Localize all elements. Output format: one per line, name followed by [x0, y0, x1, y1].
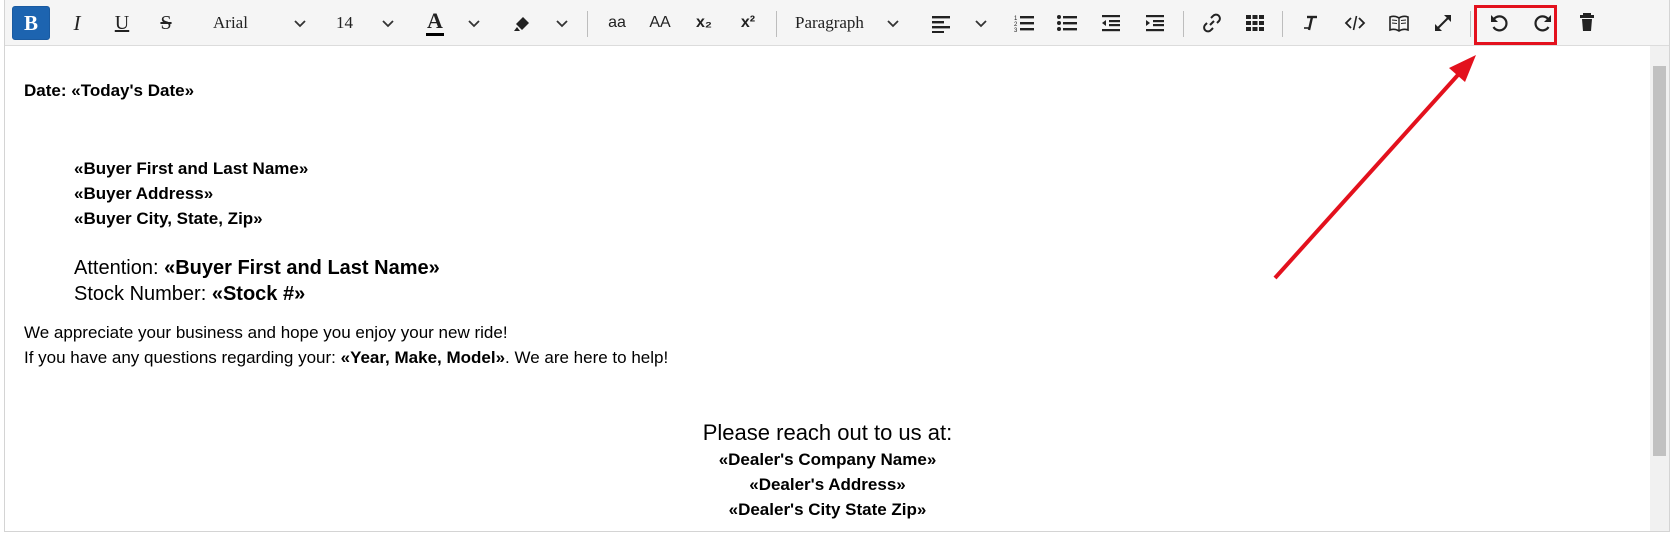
- bold-button[interactable]: B: [12, 6, 50, 40]
- buyer-name: «Buyer First and Last Name»: [74, 159, 309, 178]
- clear-format-icon[interactable]: [1300, 12, 1322, 34]
- undo-icon[interactable]: [1488, 12, 1510, 34]
- text-color-button[interactable]: A: [423, 8, 447, 38]
- vertical-scrollbar[interactable]: [1650, 46, 1669, 531]
- buyer-address: «Buyer Address»: [74, 184, 214, 203]
- svg-text:3: 3: [1014, 28, 1018, 34]
- subscript-button[interactable]: x₂: [689, 6, 719, 40]
- chevron-down-icon[interactable]: [885, 15, 901, 31]
- date-label: Date:: [24, 81, 67, 100]
- toolbar-separator: [1282, 11, 1283, 37]
- questions-line: If you have any questions regarding your…: [24, 348, 668, 368]
- ordered-list-icon[interactable]: 1 2 3: [1013, 12, 1035, 34]
- questions-field: «Year, Make, Model»: [340, 348, 506, 367]
- toolbar-separator: [1470, 11, 1471, 37]
- dealer-city: «Dealer's City State Zip»: [728, 500, 927, 519]
- toolbar-separator: [587, 11, 588, 37]
- dealer-address: «Dealer's Address»: [749, 475, 906, 494]
- buyer-city: «Buyer City, State, Zip»: [74, 209, 263, 228]
- chevron-down-icon[interactable]: [466, 15, 482, 31]
- attention-line: Attention: «Buyer First and Last Name»: [74, 257, 440, 280]
- date-field: «Today's Date»: [71, 81, 195, 100]
- uppercase-button[interactable]: AA: [642, 6, 678, 40]
- font-family-select[interactable]: Arial: [213, 10, 273, 36]
- stock-label: Stock Number:: [74, 283, 207, 305]
- fullscreen-icon[interactable]: [1432, 12, 1454, 34]
- questions-suffix: . We are here to help!: [505, 348, 669, 367]
- reach-out-text: Please reach out to us at:: [702, 420, 953, 445]
- unordered-list-icon[interactable]: [1056, 12, 1078, 34]
- attention-label: Attention:: [74, 257, 159, 279]
- highlighter-icon[interactable]: [511, 12, 533, 34]
- chevron-down-icon[interactable]: [380, 15, 396, 31]
- chevron-down-icon[interactable]: [554, 15, 570, 31]
- strikethrough-button[interactable]: S: [148, 6, 184, 40]
- date-line: Date: «Today's Date»: [24, 81, 194, 101]
- font-size-select[interactable]: 14: [336, 10, 366, 36]
- questions-prefix: If you have any questions regarding your…: [24, 348, 336, 367]
- stock-line: Stock Number: «Stock #»: [74, 283, 305, 306]
- chevron-down-icon[interactable]: [973, 15, 989, 31]
- editor-content[interactable]: Date: «Today's Date» «Buyer First and La…: [5, 46, 1650, 531]
- underline-button[interactable]: U: [104, 6, 140, 40]
- dealer-name: «Dealer's Company Name»: [718, 450, 937, 469]
- appreciate-text: We appreciate your business and hope you…: [24, 323, 508, 342]
- lowercase-button[interactable]: aa: [601, 6, 633, 40]
- text-color-icon: A: [427, 8, 443, 33]
- rich-text-editor: B I U S Arial 14 A aa AA x₂ x² Paragraph: [4, 0, 1670, 532]
- outdent-icon[interactable]: [1100, 12, 1122, 34]
- align-left-icon[interactable]: [930, 12, 952, 34]
- indent-icon[interactable]: [1144, 12, 1166, 34]
- table-icon[interactable]: [1244, 12, 1266, 34]
- stock-field: «Stock #»: [211, 283, 306, 305]
- italic-button[interactable]: I: [59, 6, 95, 40]
- attention-field: «Buyer First and Last Name»: [164, 257, 440, 279]
- paragraph-format-select[interactable]: Paragraph: [795, 10, 895, 36]
- link-icon[interactable]: [1201, 12, 1223, 34]
- book-icon[interactable]: [1388, 12, 1410, 34]
- chevron-down-icon[interactable]: [292, 15, 308, 31]
- trash-icon[interactable]: [1577, 11, 1597, 33]
- toolbar-separator: [1183, 11, 1184, 37]
- code-view-icon[interactable]: [1344, 12, 1366, 34]
- color-bar: [426, 33, 444, 36]
- redo-icon[interactable]: [1532, 12, 1554, 34]
- editor-toolbar: B I U S Arial 14 A aa AA x₂ x² Paragraph: [5, 0, 1669, 46]
- toolbar-separator: [776, 11, 777, 37]
- scrollbar-thumb[interactable]: [1653, 66, 1666, 456]
- superscript-button[interactable]: x²: [733, 6, 763, 40]
